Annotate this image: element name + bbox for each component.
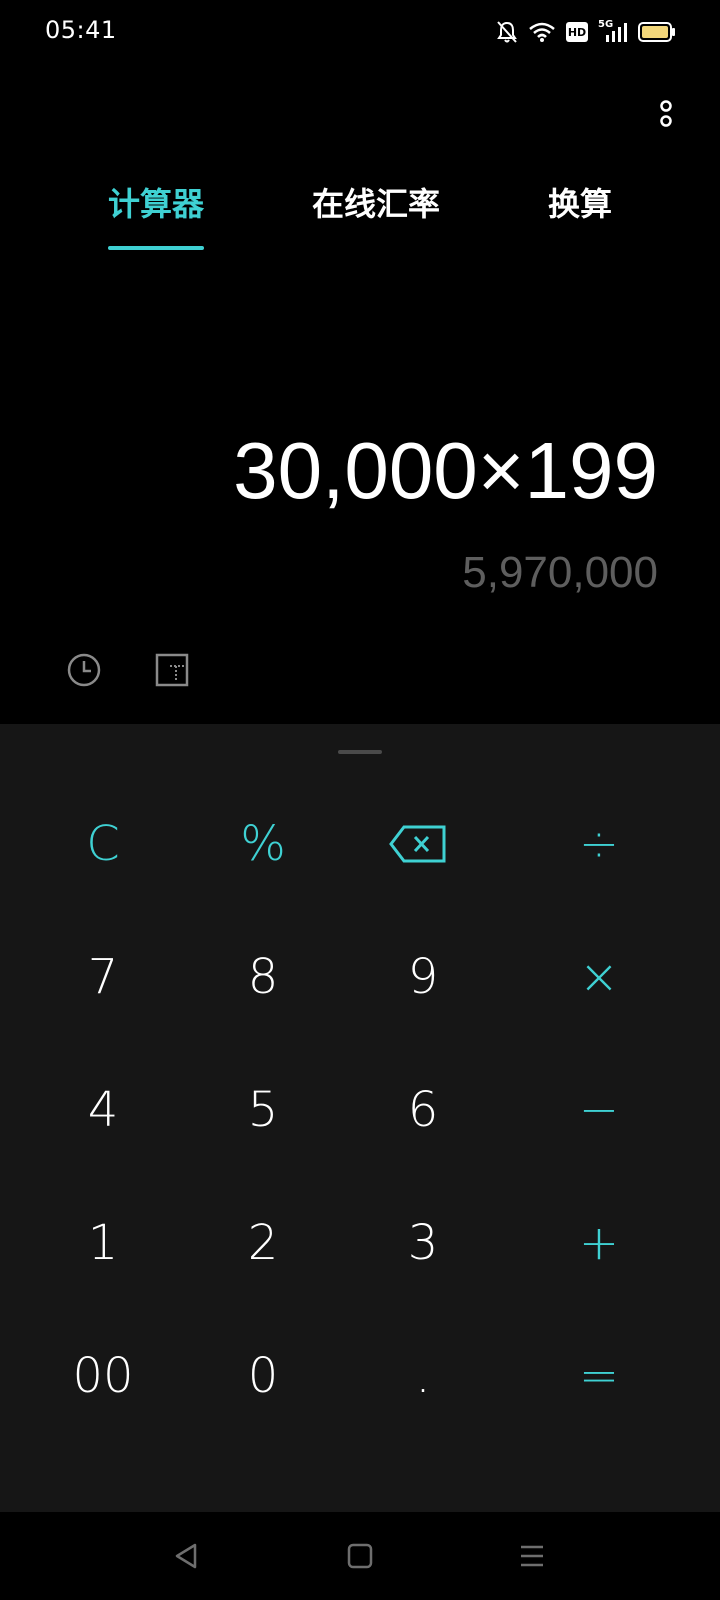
digit-6-button[interactable]: 6 — [348, 1050, 498, 1170]
multiply-button[interactable]: × — [524, 917, 674, 1037]
digit-1-button[interactable]: 1 — [28, 1183, 178, 1303]
digit-9-button[interactable]: 9 — [348, 917, 498, 1037]
history-button[interactable] — [64, 650, 104, 690]
percent-button[interactable]: % — [188, 784, 338, 904]
back-triangle-icon — [175, 1543, 197, 1569]
digit-8-button[interactable]: 8 — [188, 917, 338, 1037]
scientific-layout-icon — [155, 653, 189, 687]
digit-0-button[interactable]: 0 — [188, 1316, 338, 1436]
back-button[interactable] — [166, 1536, 206, 1576]
home-button[interactable] — [340, 1536, 380, 1576]
digit-4-button[interactable]: 4 — [28, 1050, 178, 1170]
digit-3-button[interactable]: 3 — [348, 1183, 498, 1303]
scientific-toggle-button[interactable] — [152, 650, 192, 690]
home-square-icon — [347, 1543, 373, 1569]
bell-muted-icon — [496, 20, 518, 44]
battery-icon — [638, 22, 676, 42]
navigation-bar — [0, 1512, 720, 1600]
digit-7-button[interactable]: 7 — [28, 917, 178, 1037]
subtract-button[interactable]: − — [524, 1050, 674, 1170]
keypad: C % ÷ 7 8 9 × 4 5 6 − 1 2 3 + 00 0 . = — [0, 724, 720, 1512]
keypad-drag-handle[interactable] — [338, 750, 382, 754]
add-button[interactable]: + — [524, 1183, 674, 1303]
backspace-icon — [389, 825, 446, 863]
digit-5-button[interactable]: 5 — [188, 1050, 338, 1170]
status-time: 05:41 — [45, 16, 117, 44]
menu-lines-icon — [521, 1545, 543, 1567]
tab-exchange-rate[interactable]: 在线汇率 — [296, 180, 456, 250]
more-options-button[interactable] — [648, 96, 684, 132]
digit-2-button[interactable]: 2 — [188, 1183, 338, 1303]
tab-conversion[interactable]: 换算 — [530, 180, 630, 250]
status-bar: 05:41 HD 5G — [0, 0, 720, 64]
active-tab-indicator — [108, 246, 204, 250]
clock-icon — [67, 653, 101, 687]
wifi-icon — [528, 21, 556, 43]
tab-calculator[interactable]: 计算器 — [86, 180, 226, 250]
equals-button[interactable]: = — [524, 1316, 674, 1436]
expression-display: 30,000×199 — [233, 426, 658, 515]
backspace-button[interactable] — [343, 784, 493, 904]
mode-tabs: 计算器 在线汇率 换算 — [0, 180, 720, 250]
hd-icon: HD — [566, 22, 588, 42]
recent-apps-button[interactable] — [512, 1536, 552, 1576]
decimal-button[interactable]: . — [348, 1316, 498, 1436]
result-display: 5,970,000 — [462, 548, 658, 597]
clear-button[interactable]: C — [28, 784, 178, 904]
divide-button[interactable]: ÷ — [524, 784, 674, 904]
double-zero-button[interactable]: 00 — [28, 1316, 178, 1436]
status-icons: HD 5G — [496, 18, 676, 46]
5g-signal-icon: 5G — [598, 19, 628, 43]
more-vertical-icon — [660, 100, 672, 127]
